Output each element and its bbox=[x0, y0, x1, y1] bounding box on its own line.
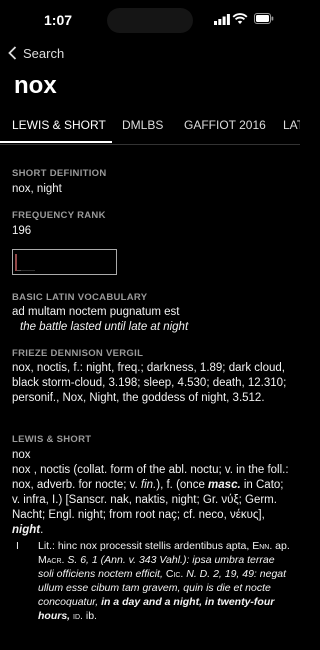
wifi-icon bbox=[232, 13, 248, 24]
sense-text: ap. bbox=[275, 540, 290, 552]
entry-text: . bbox=[40, 524, 44, 536]
frequency-chart bbox=[15, 254, 35, 271]
section-short-definition: SHORT DEFINITION nox, night bbox=[12, 168, 292, 197]
sense-number: I bbox=[16, 540, 19, 552]
tab-dmlbs[interactable]: DMLBS bbox=[122, 118, 163, 132]
tab-lewis-short[interactable]: LEWIS & SHORT bbox=[12, 118, 106, 132]
sense-text: ib. bbox=[85, 610, 97, 622]
entry-sense: I Lit.: hinc nox processit stellis arden… bbox=[12, 539, 292, 623]
tab-lat[interactable]: LAT bbox=[283, 118, 300, 132]
sense-body: Lit.: hinc nox processit stellis ardenti… bbox=[32, 539, 292, 623]
entry-headword: nox bbox=[12, 449, 31, 461]
section-label: BASIC LATIN VOCABULARY bbox=[12, 292, 148, 303]
chevron-left-icon bbox=[8, 46, 17, 60]
dynamic-island bbox=[107, 8, 193, 33]
divider bbox=[0, 144, 300, 145]
author-citation[interactable]: Enn. bbox=[252, 540, 272, 552]
entry-text: ), f. (once bbox=[156, 479, 205, 491]
section-lewis-short: LEWIS & SHORT nox nox , noctis (collat. … bbox=[12, 434, 292, 623]
author-citation[interactable]: Cic. bbox=[166, 568, 184, 580]
short-definition-value: nox, night bbox=[12, 183, 62, 195]
dictionary-tabs: LEWIS & SHORT DMLBS GAFFIOT 2016 LAT bbox=[0, 110, 300, 144]
back-label: Search bbox=[23, 45, 65, 61]
section-label: SHORT DEFINITION bbox=[12, 168, 107, 179]
page-title: nox bbox=[14, 72, 57, 99]
author-citation[interactable]: id. bbox=[73, 610, 83, 622]
battery-icon bbox=[254, 13, 274, 24]
section-label: FRIEZE DENNISON VERGIL bbox=[12, 348, 144, 359]
frequency-sparkline bbox=[12, 249, 117, 275]
cellular-signal-icon bbox=[214, 14, 230, 25]
entry-bold-italic: masc. bbox=[208, 479, 241, 491]
status-time: 1:07 bbox=[44, 12, 73, 28]
tab-gaffiot-2016[interactable]: GAFFIOT 2016 bbox=[184, 118, 266, 132]
section-label: LEWIS & SHORT bbox=[12, 434, 92, 445]
section-label: FREQUENCY RANK bbox=[12, 210, 106, 221]
entry-body: nox , noctis (collat. form of the abl. n… bbox=[12, 463, 292, 538]
entry-italic: fin. bbox=[140, 479, 157, 491]
back-button[interactable]: Search bbox=[8, 44, 64, 62]
status-bar: 1:07 bbox=[0, 0, 300, 40]
sense-text: Lit.: hinc nox processit stellis ardenti… bbox=[38, 540, 250, 552]
active-tab-indicator bbox=[0, 141, 112, 143]
vocab-english: the battle lasted until late at night bbox=[20, 321, 189, 333]
frieze-definition: nox, noctis, f.: night, freq.; darkness,… bbox=[12, 362, 287, 404]
frequency-rank-value: 196 bbox=[12, 225, 32, 237]
section-frieze-dennison: FRIEZE DENNISON VERGIL nox, noctis, f.: … bbox=[12, 348, 292, 406]
entry-gloss: night bbox=[12, 524, 41, 536]
vocab-latin: ad multam noctem pugnatum est bbox=[12, 306, 180, 318]
author-citation[interactable]: Macr. bbox=[38, 554, 64, 566]
section-frequency-rank: FREQUENCY RANK 196 bbox=[12, 210, 292, 239]
section-basic-latin-vocabulary: BASIC LATIN VOCABULARY ad multam noctem … bbox=[12, 292, 292, 335]
